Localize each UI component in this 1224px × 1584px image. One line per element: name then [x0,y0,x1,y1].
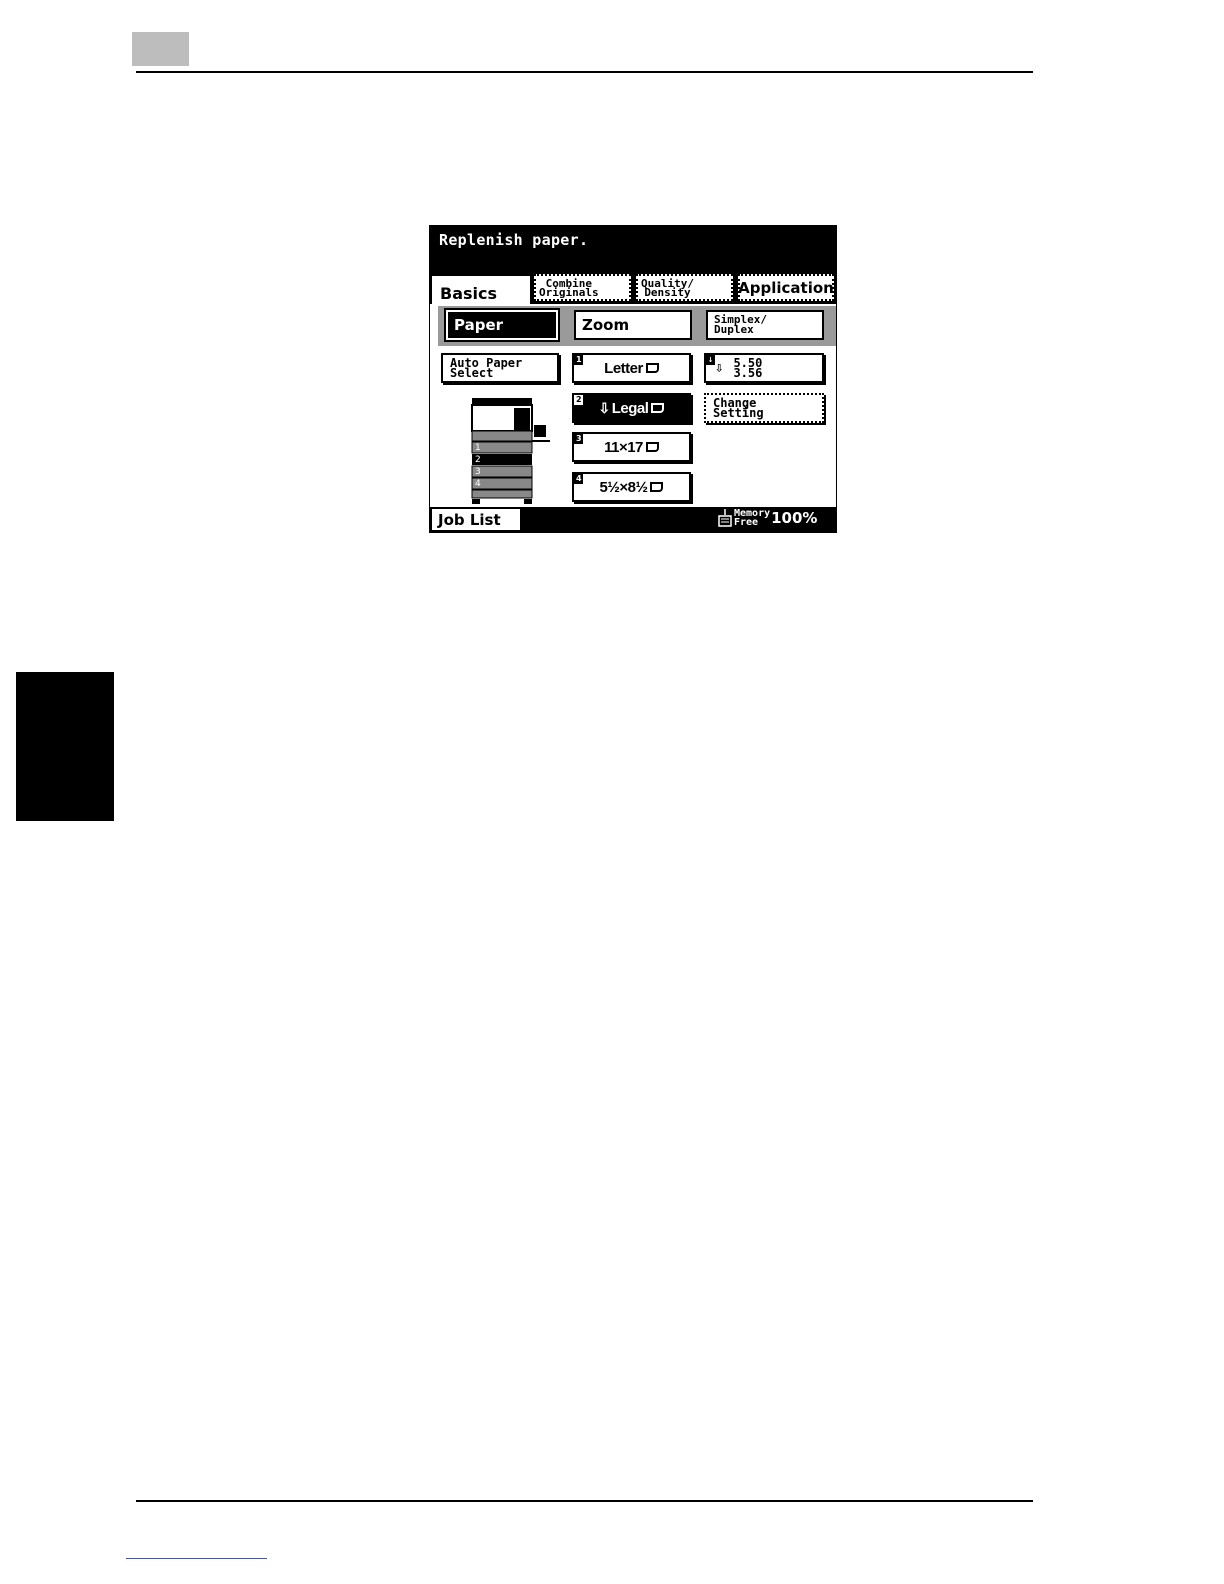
tab-quality-density[interactable]: Quality/ Density [636,274,733,301]
diagram-tray-2: 2 [475,455,481,465]
auto-paper-select-button[interactable]: Auto Paper Select [441,353,559,383]
tray2-legal-button[interactable]: 2 ⇩ Legal [572,393,691,423]
bypass-tray-button[interactable]: ↓ ⇩ 5.50 3.56 [704,353,824,383]
diagram-tray-3: 3 [475,467,481,477]
tray3-11x17-button[interactable]: 3 11×17 [572,432,691,462]
change-setting-label: Change Setting [713,396,764,420]
landscape-orientation-icon [645,442,659,452]
subtab-simplex-duplex-label: Simplex/ Duplex [714,313,767,336]
tray3-label: 11×17 [604,438,643,456]
paper-stack-icon: ⇩ [715,360,724,376]
tray4-number: 4 [574,474,583,484]
tab-application[interactable]: Application [738,274,834,301]
landscape-orientation-icon [651,403,665,413]
tab-basics-label: Basics [440,283,498,303]
auto-paper-select-label: Auto Paper Select [450,356,523,380]
memory-indicator: Memory Free 100% [718,508,818,528]
change-setting-button[interactable]: Change Setting [704,393,824,423]
diagram-tray-4: 4 [475,479,481,489]
paper-stack-icon: ⇩ [598,399,611,416]
tray2-number: 2 [574,395,583,405]
tray3-number: 3 [574,434,583,444]
tray1-letter-button[interactable]: 1 Letter [572,353,691,383]
copier-touch-panel: Replenish paper. Basics Combine Original… [429,225,837,533]
message-text: Replenish paper. [439,231,589,249]
tab-basics[interactable]: Basics [432,276,530,306]
job-list-label: Job List [438,510,501,529]
copier-tray-diagram: 1 2 3 4 [471,398,550,504]
tray4-label: 5½×8½ [599,478,648,496]
tray1-number: 1 [574,355,583,365]
diagram-tray-1: 1 [475,443,481,453]
footer-rule [136,1500,1033,1502]
tray1-label: Letter [604,359,643,377]
header-rule [136,71,1033,73]
tab-combine-originals[interactable]: Combine Originals [534,274,631,301]
landscape-orientation-icon [650,482,664,492]
page-number-box [132,32,189,66]
subtab-paper[interactable]: Paper [444,308,560,342]
bypass-tray-icon: ↓ [706,355,715,365]
tab-quality-density-label: Quality/ Density [641,276,694,299]
tray4-statement-button[interactable]: 4 5½×8½ [572,472,691,502]
tray2-label: Legal [611,399,649,417]
subtab-paper-label: Paper [454,316,504,334]
memory-label: Memory Free [734,508,771,528]
message-bar: Replenish paper. [430,226,836,272]
tab-application-label: Application [738,278,834,297]
tab-combine-originals-label: Combine Originals [539,276,599,299]
chapter-tab [16,672,114,821]
landscape-orientation-icon [645,363,659,373]
bypass-size-line2: 3.56 [733,366,763,380]
job-list-button[interactable]: Job List [431,508,521,531]
subtab-zoom[interactable]: Zoom [574,310,692,340]
subtab-zoom-label: Zoom [582,316,630,334]
subtab-simplex-duplex[interactable]: Simplex/ Duplex [706,310,824,340]
memory-value: 100% [771,509,818,527]
bypass-size: 5.50 3.56 [733,357,763,380]
memory-icon [718,509,732,527]
footer-link-underline [126,1558,267,1559]
